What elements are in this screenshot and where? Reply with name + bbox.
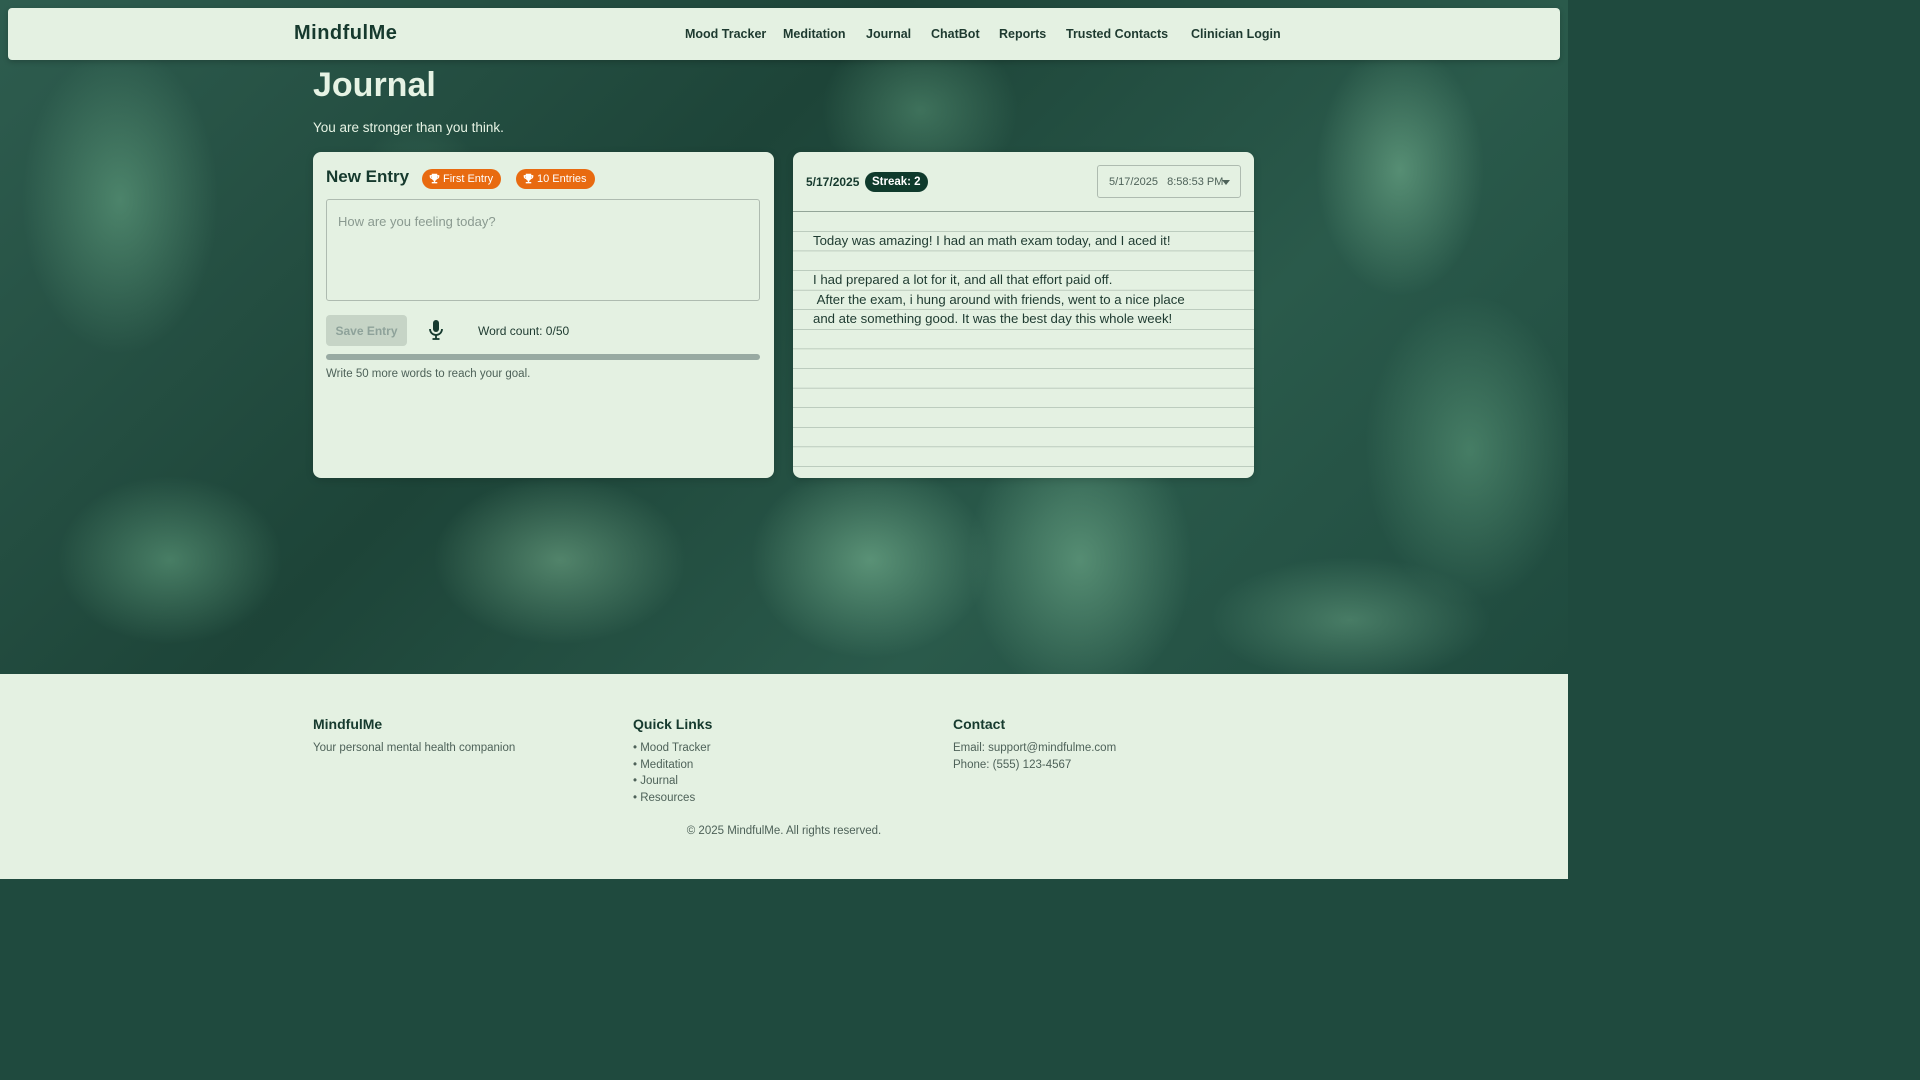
footer-brand-heading: MindfulMe bbox=[313, 716, 383, 732]
trophy-icon bbox=[429, 173, 440, 184]
footer-email: Email: support@mindfulme.com bbox=[953, 742, 1117, 754]
leaf-background bbox=[0, 0, 1568, 674]
nav-trusted-contacts[interactable]: Trusted Contacts bbox=[1066, 27, 1168, 41]
footer-link-journal[interactable]: • Journal bbox=[633, 773, 712, 790]
footer-quick-links-column: Quick Links • Mood Tracker • Meditation … bbox=[633, 716, 712, 806]
badge-label: First Entry bbox=[443, 173, 494, 185]
footer-brand-column: MindfulMe Your personal mental health co… bbox=[313, 716, 515, 757]
footer-link-mood-tracker[interactable]: • Mood Tracker bbox=[633, 740, 712, 757]
footer: MindfulMe Your personal mental health co… bbox=[0, 674, 1568, 879]
chevron-down-icon bbox=[1222, 180, 1230, 185]
page-title: Journal bbox=[313, 66, 436, 104]
footer-contact-heading: Contact bbox=[953, 716, 1006, 732]
microphone-icon[interactable] bbox=[427, 319, 445, 341]
journal-entry-input[interactable] bbox=[326, 199, 760, 301]
entry-view-card: 5/17/2025 Streak: 2 5/17/2025 8:58:53 PM… bbox=[793, 152, 1254, 478]
nav-mood-tracker[interactable]: Mood Tracker bbox=[685, 27, 766, 41]
new-entry-card: New Entry First Entry 10 Entries Save En… bbox=[313, 152, 774, 478]
goal-hint: Write 50 more words to reach your goal. bbox=[326, 368, 531, 380]
nav-journal[interactable]: Journal bbox=[866, 27, 911, 41]
word-count: Word count: 0/50 bbox=[478, 324, 570, 338]
footer-quick-links-heading: Quick Links bbox=[633, 716, 713, 732]
badge-first-entry: First Entry bbox=[422, 169, 502, 189]
save-entry-button[interactable]: Save Entry bbox=[326, 315, 407, 346]
nav-clinician-login[interactable]: Clinician Login bbox=[1191, 27, 1281, 41]
badge-label: 10 Entries bbox=[537, 173, 587, 185]
word-goal-progress-bar bbox=[326, 354, 760, 360]
footer-link-resources[interactable]: • Resources bbox=[633, 790, 712, 807]
entry-date: 5/17/2025 bbox=[806, 175, 860, 189]
page-subtitle: You are stronger than you think. bbox=[313, 120, 504, 135]
badge-10-entries: 10 Entries bbox=[516, 169, 595, 189]
nav-chatbot[interactable]: ChatBot bbox=[931, 27, 980, 41]
nav-meditation[interactable]: Meditation bbox=[783, 27, 846, 41]
footer-link-meditation[interactable]: • Meditation bbox=[633, 757, 712, 774]
footer-bottom-border bbox=[0, 879, 1568, 882]
nav-reports[interactable]: Reports bbox=[999, 27, 1046, 41]
footer-tagline: Your personal mental health companion bbox=[313, 742, 516, 754]
footer-copyright: © 2025 MindfulMe. All rights reserved. bbox=[686, 825, 882, 837]
trophy-icon bbox=[523, 173, 534, 184]
entry-date-select-value: 5/17/2025 8:58:53 PM bbox=[1109, 176, 1224, 188]
entry-date-select[interactable]: 5/17/2025 8:58:53 PM bbox=[1097, 165, 1241, 198]
top-navbar: MindfulMe Mood Tracker Meditation Journa… bbox=[8, 8, 1560, 60]
journal-entry-text: Today was amazing! I had an math exam to… bbox=[813, 233, 1185, 327]
footer-phone: Phone: (555) 123-4567 bbox=[953, 758, 1072, 771]
new-entry-heading: New Entry bbox=[326, 167, 410, 186]
footer-contact-column: Contact Email: support@mindfulme.com Pho… bbox=[953, 716, 1116, 773]
streak-badge: Streak: 2 bbox=[865, 172, 928, 192]
brand-logo[interactable]: MindfulMe bbox=[294, 22, 397, 45]
